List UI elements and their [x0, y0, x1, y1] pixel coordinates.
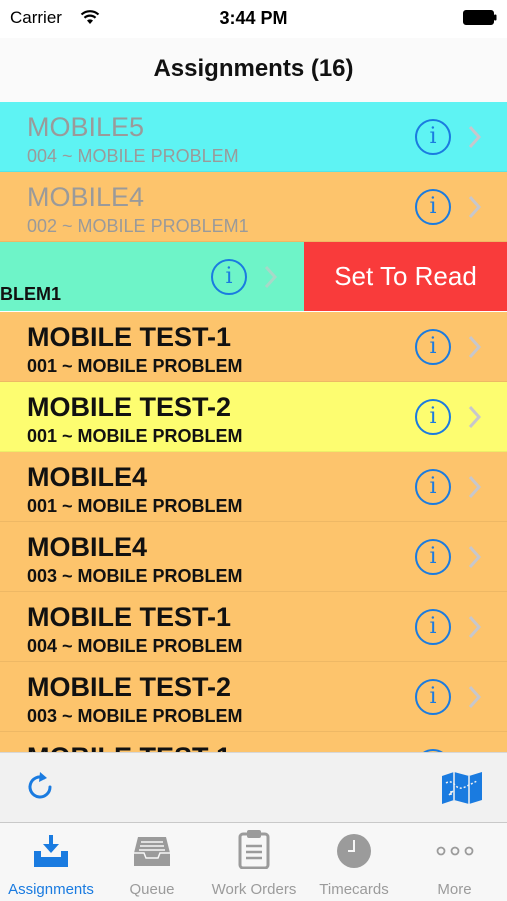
- assignment-title: MOBILE TEST-2: [27, 392, 232, 422]
- list-item[interactable]: MOBILE TEST-1 i: [0, 732, 507, 752]
- clock-time: 3:44 PM: [219, 8, 288, 28]
- assignment-subtitle: 001 ~ MOBILE PROBLEM: [27, 356, 243, 376]
- set-to-read-label: Set To Read: [334, 261, 477, 291]
- info-icon[interactable]: i: [415, 329, 451, 365]
- set-to-read-button[interactable]: Set To Read: [304, 242, 507, 311]
- chevron-right-icon: [264, 265, 278, 289]
- assignment-title: MOBILE TEST-2: [27, 672, 232, 702]
- assignment-subtitle: 001 ~ MOBILE PROBLEM: [27, 496, 243, 516]
- assignment-subtitle: 003 ~ MOBILE PROBLEM: [27, 566, 243, 586]
- chevron-right-icon: [468, 475, 482, 499]
- page-title: Assignments (16): [153, 55, 354, 82]
- list-item[interactable]: MOBILE4 002 ~ MOBILE PROBLEM1 i: [0, 172, 507, 242]
- assignment-subtitle: 002 ~ MOBILE PROBLEM1: [27, 216, 249, 236]
- list-item[interactable]: MOBILE TEST-2 001 ~ MOBILE PROBLEM i: [0, 382, 507, 452]
- tab-assignments[interactable]: Assignments: [0, 823, 102, 901]
- tab-more[interactable]: More: [402, 823, 507, 901]
- info-icon[interactable]: i: [415, 679, 451, 715]
- info-icon[interactable]: i: [415, 189, 451, 225]
- tab-label: Work Orders: [211, 881, 297, 898]
- list-item[interactable]: MOBILE TEST-1 001 ~ MOBILE PROBLEM i: [0, 312, 507, 382]
- assignment-title: MOBILE TEST-1: [27, 322, 232, 352]
- assignment-subtitle: 003 ~ MOBILE PROBLEM: [27, 706, 243, 726]
- assignment-subtitle: BLEM1: [0, 284, 62, 304]
- info-icon[interactable]: i: [211, 259, 247, 295]
- assignment-title: MOBILE5: [27, 112, 145, 142]
- assignment-title: MOBILE TEST-1: [27, 742, 231, 752]
- chevron-right-icon: [468, 125, 482, 149]
- assignment-title: MOBILE4: [27, 182, 145, 212]
- status-bar: Carrier 3:44 PM: [0, 0, 507, 38]
- tab-bar: Assignments Queue Work Orders Timecards …: [0, 822, 507, 901]
- tab-queue[interactable]: Queue: [102, 823, 202, 901]
- info-icon[interactable]: i: [415, 539, 451, 575]
- more-dots-icon: [436, 846, 473, 856]
- map-icon[interactable]: [441, 771, 483, 805]
- tab-label: More: [437, 881, 472, 898]
- info-icon[interactable]: i: [415, 399, 451, 435]
- assignment-title: MOBILE4: [27, 462, 148, 492]
- chevron-right-icon: [468, 545, 482, 569]
- assignment-subtitle: 004 ~ MOBILE PROBLEM: [27, 146, 239, 166]
- chevron-right-icon: [468, 685, 482, 709]
- chevron-right-icon: [468, 195, 482, 219]
- list-item[interactable]: MOBILE4 001 ~ MOBILE PROBLEM i: [0, 452, 507, 522]
- tab-work-orders[interactable]: Work Orders: [202, 823, 306, 901]
- clock-icon: [337, 834, 371, 868]
- tab-label: Queue: [129, 881, 175, 898]
- tray-icon: [134, 837, 170, 866]
- assignment-subtitle: 001 ~ MOBILE PROBLEM: [27, 426, 243, 446]
- navigation-bar: Assignments (16): [0, 38, 507, 102]
- clipboard-icon: [238, 830, 270, 869]
- assignment-subtitle: 004 ~ MOBILE PROBLEM: [27, 636, 243, 656]
- tab-label: Assignments: [8, 881, 94, 898]
- bottom-toolbar: [0, 752, 507, 823]
- list-item[interactable]: MOBILE TEST-1 004 ~ MOBILE PROBLEM i: [0, 592, 507, 662]
- chevron-right-icon: [468, 405, 482, 429]
- inbox-download-icon: [34, 835, 68, 867]
- chevron-right-icon: [468, 615, 482, 639]
- list-item[interactable]: MOBILE4 003 ~ MOBILE PROBLEM i: [0, 522, 507, 592]
- list-item[interactable]: MOBILE5 004 ~ MOBILE PROBLEM i: [0, 102, 507, 172]
- info-icon[interactable]: i: [415, 469, 451, 505]
- swiped-item-content[interactable]: BLEM1 i: [0, 242, 304, 311]
- assignment-title: MOBILE TEST-1: [27, 602, 232, 632]
- assignments-list[interactable]: MOBILE5 004 ~ MOBILE PROBLEM i MOBILE4 0…: [0, 102, 507, 752]
- info-icon[interactable]: i: [415, 609, 451, 645]
- swiped-list-item[interactable]: BLEM1 i Set To Read: [0, 242, 507, 311]
- assignment-title: MOBILE4: [27, 532, 148, 562]
- tab-label: Timecards: [319, 881, 389, 898]
- battery-icon: [463, 10, 497, 25]
- chevron-right-icon: [468, 335, 482, 359]
- refresh-icon[interactable]: [22, 769, 58, 805]
- tab-timecards[interactable]: Timecards: [306, 823, 402, 901]
- info-icon[interactable]: i: [415, 119, 451, 155]
- list-item[interactable]: MOBILE TEST-2 003 ~ MOBILE PROBLEM i: [0, 662, 507, 732]
